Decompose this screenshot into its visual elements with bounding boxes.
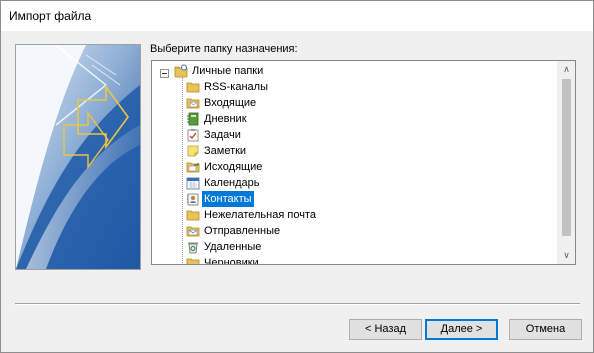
title-bar: Импорт файла — [1, 1, 593, 31]
inbox-icon — [186, 96, 200, 110]
window-title: Импорт файла — [9, 9, 92, 23]
tree-item-journal[interactable]: Дневник — [152, 111, 249, 127]
drafts-icon — [186, 256, 200, 264]
import-file-dialog: Импорт файла Выберите папку назначения: … — [0, 0, 594, 353]
folder-tree[interactable]: Личные папки RSS-каналы Входящие Дневник — [151, 60, 576, 265]
tree-item-rss[interactable]: RSS-каналы — [152, 79, 270, 95]
tree-item-label: RSS-каналы — [204, 81, 268, 93]
tree-item-calendar[interactable]: Календарь — [152, 175, 262, 191]
next-button[interactable]: Далее > — [425, 319, 498, 340]
wizard-banner-image — [15, 44, 141, 270]
folder-icon — [186, 208, 200, 222]
tree-item-label: Удаленные — [204, 241, 262, 253]
back-button[interactable]: < Назад — [349, 319, 422, 340]
personal-folders-icon — [174, 64, 188, 78]
scroll-down-arrow-icon[interactable]: ∨ — [558, 247, 575, 264]
journal-icon — [186, 112, 200, 126]
deleted-items-icon — [186, 240, 200, 254]
tree-item-label: Входящие — [204, 97, 257, 109]
destination-folder-label: Выберите папку назначения: — [150, 43, 298, 55]
folder-icon — [186, 80, 200, 94]
contacts-icon — [186, 192, 200, 206]
tree-item-label: Нежелательная почта — [204, 209, 316, 221]
vertical-scrollbar[interactable]: ∧ ∨ — [557, 61, 575, 264]
tree-item-label: Дневник — [204, 113, 247, 125]
tree-item-deleted[interactable]: Удаленные — [152, 239, 263, 255]
tree-item-drafts[interactable]: Черновики — [152, 255, 261, 265]
tree-item-notes[interactable]: Заметки — [152, 143, 248, 159]
tree-root-label: Личные папки — [192, 65, 264, 77]
tree-item-tasks[interactable]: Задачи — [152, 127, 243, 143]
tree-item-label: Заметки — [204, 145, 247, 157]
tree-root[interactable]: Личные папки — [152, 63, 265, 79]
tree-item-label: Задачи — [204, 129, 241, 141]
tree-item-label: Контакты — [202, 191, 254, 207]
button-separator — [15, 303, 580, 305]
tree-item-sent[interactable]: Отправленные — [152, 223, 282, 239]
tree-item-label: Черновики — [204, 257, 259, 265]
outbox-icon — [186, 160, 200, 174]
tasks-icon — [186, 128, 200, 142]
sent-items-icon — [186, 224, 200, 238]
collapse-toggle-icon[interactable] — [160, 69, 169, 78]
scroll-up-arrow-icon[interactable]: ∧ — [558, 61, 575, 78]
notes-icon — [186, 144, 200, 158]
calendar-icon — [186, 176, 200, 190]
tree-item-inbox[interactable]: Входящие — [152, 95, 258, 111]
scrollbar-thumb[interactable] — [562, 79, 571, 236]
tree-item-outbox[interactable]: Исходящие — [152, 159, 264, 175]
tree-item-junk[interactable]: Нежелательная почта — [152, 207, 318, 223]
tree-item-label: Отправленные — [204, 225, 281, 237]
cancel-button[interactable]: Отмена — [509, 319, 582, 340]
tree-item-label: Календарь — [204, 177, 260, 189]
tree-item-label: Исходящие — [204, 161, 263, 173]
tree-item-contacts[interactable]: Контакты — [152, 191, 254, 207]
